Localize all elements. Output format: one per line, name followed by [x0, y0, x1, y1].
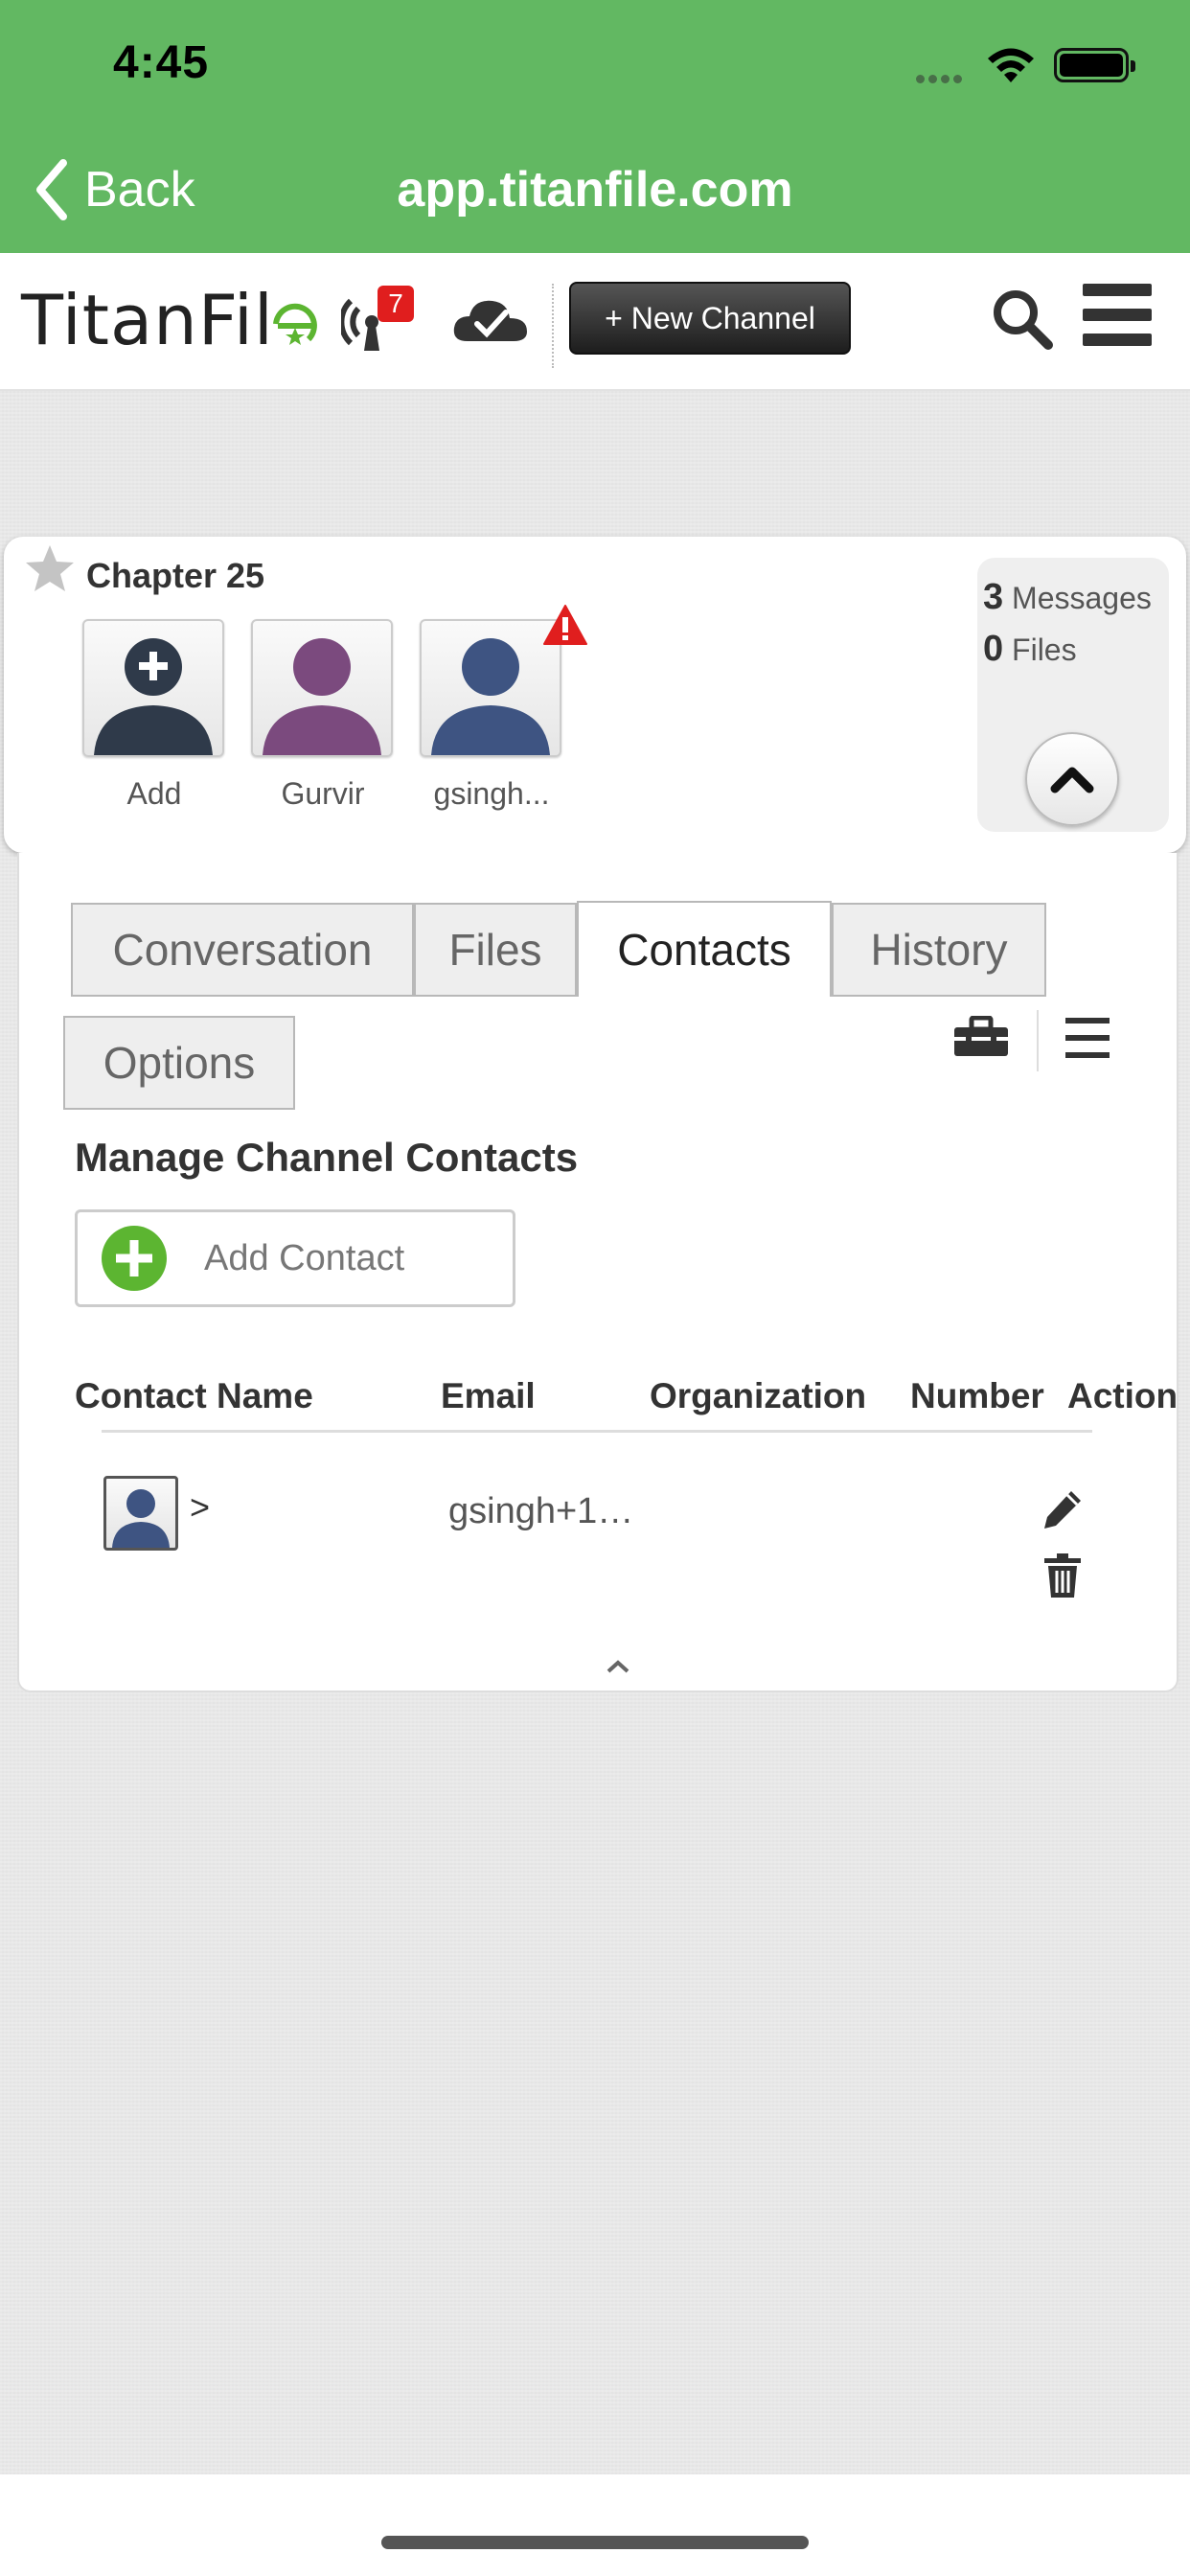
- notification-badge: 7: [378, 286, 414, 322]
- warning-alert-icon: [543, 605, 587, 645]
- add-contact-label: Add Contact: [204, 1237, 405, 1278]
- person-silhouette-icon: [431, 638, 550, 755]
- messages-count[interactable]: 3 Messages: [983, 577, 1152, 618]
- favorite-star-icon[interactable]: [23, 542, 77, 596]
- list-menu-icon[interactable]: [1065, 1018, 1110, 1058]
- toolbar-divider: [1037, 1010, 1039, 1071]
- person-avatar: [420, 619, 561, 757]
- contact-avatar: [103, 1476, 178, 1551]
- add-member-button[interactable]: Add: [82, 619, 226, 812]
- column-header-contact-name[interactable]: Contact Name: [75, 1376, 313, 1416]
- tab-options[interactable]: Options: [63, 1016, 295, 1110]
- person-silhouette-icon: [263, 638, 381, 755]
- person-avatar: [251, 619, 393, 757]
- member-name: gsingh...: [433, 776, 550, 811]
- add-contact-button[interactable]: Add Contact: [75, 1209, 515, 1307]
- table-header-rule: [102, 1430, 1092, 1433]
- battery-icon: [1054, 48, 1135, 82]
- scroll-up-caret-icon[interactable]: [606, 1660, 630, 1673]
- home-indicator[interactable]: [381, 2536, 809, 2549]
- tab-contacts[interactable]: Contacts: [577, 901, 832, 997]
- search-icon[interactable]: [991, 288, 1054, 351]
- cloud-check-icon[interactable]: [450, 293, 531, 347]
- person-silhouette-icon: [112, 1489, 170, 1548]
- channel-title: Chapter 25: [86, 556, 265, 595]
- logo-e-mark-icon: [273, 303, 317, 345]
- column-header-organization[interactable]: Organization: [650, 1376, 866, 1416]
- contact-email-cell: gsingh+1…: [448, 1491, 634, 1531]
- tab-history[interactable]: History: [832, 903, 1046, 997]
- column-header-action: Action: [1067, 1376, 1179, 1415]
- contact-name-cell[interactable]: >: [190, 1487, 210, 1528]
- member-gurvir[interactable]: Gurvir: [251, 619, 395, 812]
- member-gsingh[interactable]: gsingh...: [420, 619, 563, 812]
- edit-pencil-icon[interactable]: [1041, 1487, 1085, 1531]
- add-member-avatar: [82, 619, 224, 757]
- status-time: 4:45: [113, 37, 210, 88]
- column-header-number[interactable]: Number: [910, 1376, 1044, 1416]
- collapse-card-button[interactable]: [1025, 732, 1119, 826]
- tab-files[interactable]: Files: [414, 903, 577, 997]
- tab-conversation[interactable]: Conversation: [71, 903, 414, 997]
- new-channel-button[interactable]: + New Channel: [569, 282, 851, 355]
- browser-footer: [0, 2474, 1190, 2576]
- add-circle-icon: [102, 1226, 167, 1291]
- hamburger-menu-icon[interactable]: [1083, 284, 1152, 353]
- titanfile-logo[interactable]: TitanFil: [21, 280, 274, 360]
- member-name: Add: [126, 776, 182, 811]
- header-divider: [552, 284, 554, 368]
- trash-icon[interactable]: [1042, 1552, 1083, 1598]
- column-header-email[interactable]: Email: [441, 1376, 536, 1416]
- member-name: Gurvir: [281, 776, 365, 811]
- add-person-icon: [94, 638, 213, 755]
- cellular-signal-icon: [916, 71, 970, 83]
- wifi-icon: [988, 48, 1034, 82]
- section-title: Manage Channel Contacts: [75, 1135, 579, 1180]
- toolbox-icon[interactable]: [952, 1016, 1010, 1058]
- page-url-title: app.titanfile.com: [397, 162, 793, 218]
- chevron-up-icon: [1050, 767, 1094, 794]
- files-count[interactable]: 0 Files: [983, 629, 1077, 670]
